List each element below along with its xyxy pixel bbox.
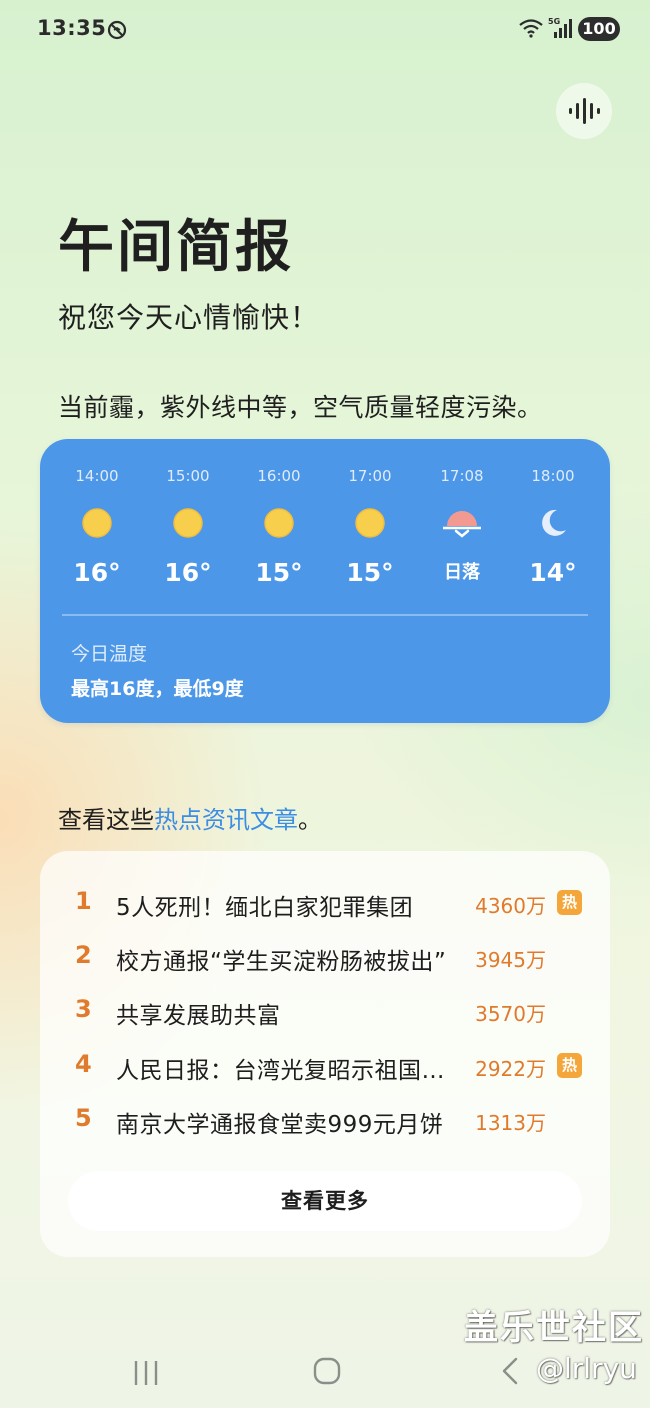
sun-icon [355,508,385,538]
wifi-icon [519,19,543,38]
news-rank: 1 [75,887,92,915]
greeting-text: 祝您今天心情愉快！ [58,301,320,334]
hour-forecast: 17:00 15° [330,465,410,589]
news-item[interactable]: 1 5人死刑！缅北白家犯罪集团 4360万 热 [40,883,610,923]
hour-temperature: 日落 [444,562,480,583]
news-title: 人民日报：台湾光复昭示祖国统一 [116,1058,461,1084]
hour-time: 18:00 [531,467,575,485]
news-heat-count: 2922万 [475,1057,546,1081]
voice-wave-icon [569,98,600,124]
hour-temperature: 16° [73,558,121,587]
sun-icon [82,508,112,538]
hot-news-intro-suffix: 。 [298,806,322,834]
hour-time: 17:08 [440,467,484,485]
hour-time: 17:00 [348,467,392,485]
hot-news-link[interactable]: 热点资讯文章 [154,806,298,834]
hot-news-card: 1 5人死刑！缅北白家犯罪集团 4360万 热 2 校方通报“学生买淀粉肠被拔出… [40,851,610,1257]
moon-icon [542,509,566,536]
news-rank: 4 [75,1050,92,1078]
view-more-button[interactable]: 查看更多 [68,1171,582,1231]
status-bar: 13:35 5G 100 [0,0,650,60]
news-item[interactable]: 2 校方通报“学生买淀粉肠被拔出” 3945万 [40,937,610,977]
page-title: 午间简报 [58,215,294,280]
hot-badge: 热 [557,1053,582,1078]
status-time: 13:35 [37,16,107,40]
news-heat-count: 3945万 [475,948,546,972]
sunset-icon [443,511,481,538]
news-title: 南京大学通报食堂卖999元月饼 [116,1112,444,1138]
home-icon[interactable] [312,1356,342,1386]
hour-forecast: 18:00 14° [513,465,593,589]
news-heat-count: 4360万 [475,894,546,918]
weather-card[interactable]: 14:00 16° 15:00 16° 16:00 15° 17:00 15° … [40,439,610,723]
news-item[interactable]: 3 共享发展助共富 3570万 [40,991,610,1031]
news-heat-count: 1313万 [475,1111,546,1135]
news-title: 共享发展助共富 [116,1003,281,1029]
news-rank: 2 [75,941,92,969]
hour-temperature: 16° [164,558,212,587]
news-title: 校方通报“学生买淀粉肠被拔出” [116,949,447,975]
hour-time: 14:00 [75,467,119,485]
hour-forecast: 17:08 日落 [422,465,502,589]
news-title: 5人死刑！缅北白家犯罪集团 [116,895,414,921]
svg-text:5G: 5G [548,17,560,26]
voice-button[interactable] [556,83,612,139]
sun-icon [264,508,294,538]
hour-forecast: 14:00 16° [57,465,137,589]
weather-divider [62,614,588,616]
battery-indicator: 100 [578,17,620,41]
5g-signal-icon: 5G [548,17,572,38]
back-icon[interactable] [498,1356,522,1386]
hour-time: 15:00 [166,467,210,485]
hour-temperature: 15° [346,558,394,587]
news-rank: 3 [75,995,92,1023]
news-rank: 5 [75,1104,92,1132]
news-item[interactable]: 4 人民日报：台湾光复昭示祖国统一 2922万 热 [40,1046,610,1086]
do-not-disturb-icon [107,20,127,40]
hour-time: 16:00 [257,467,301,485]
news-item[interactable]: 5 南京大学通报食堂卖999元月饼 1313万 [40,1100,610,1140]
news-heat-count: 3570万 [475,1002,546,1026]
hour-forecast: 16:00 15° [239,465,319,589]
recent-apps-icon[interactable] [132,1358,162,1388]
navigation-bar [0,1338,650,1408]
hour-temperature: 14° [529,558,577,587]
today-temperature-range: 最高16度，最低9度 [71,678,244,700]
sun-icon [173,508,203,538]
hot-news-intro-prefix: 查看这些 [58,806,154,834]
today-temperature-label: 今日温度 [71,643,148,665]
hour-temperature: 15° [255,558,303,587]
hot-news-intro: 查看这些热点资讯文章。 [58,800,322,835]
hour-forecast: 15:00 16° [148,465,228,589]
weather-summary: 当前霾，紫外线中等，空气质量轻度污染。 [58,393,543,422]
hot-badge: 热 [557,890,582,915]
